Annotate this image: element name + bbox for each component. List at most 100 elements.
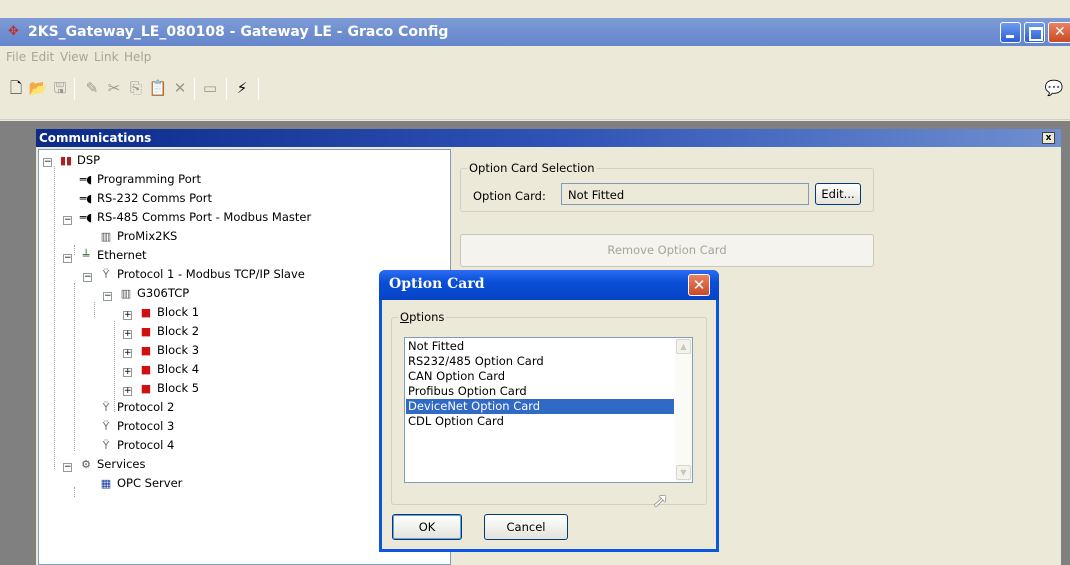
- block-icon: ■: [140, 344, 152, 357]
- list-item[interactable]: Profibus Option Card: [406, 384, 674, 399]
- tree-node-opc-server[interactable]: ▦ OPC Server: [97, 476, 183, 492]
- tree-node-services[interactable]: ⚙ Services: [77, 457, 145, 473]
- dialog-close-icon[interactable]: ✕: [688, 274, 710, 296]
- tree-node-label: ProMix2KS: [117, 229, 178, 243]
- tree-node-ethernet[interactable]: ╧ Ethernet: [77, 248, 147, 264]
- block-icon: ■: [140, 325, 152, 338]
- tree-node-dsp[interactable]: ▮▮ DSP: [57, 153, 100, 169]
- collapse-toggle[interactable]: −: [63, 216, 72, 225]
- tree-node-label: Block 5: [157, 381, 200, 395]
- list-item[interactable]: RS232/485 Option Card: [406, 354, 674, 369]
- save-icon[interactable]: 🖫: [50, 78, 70, 98]
- open-icon[interactable]: 📂: [28, 78, 48, 98]
- collapse-toggle[interactable]: −: [63, 463, 72, 472]
- expand-toggle[interactable]: +: [123, 368, 132, 377]
- lightning-icon[interactable]: ⚡: [232, 78, 252, 98]
- menu-bar: File Edit View Link Help: [0, 46, 1070, 68]
- tree-node-rs232[interactable]: ═◖ RS-232 Comms Port: [77, 191, 212, 207]
- title-bar[interactable]: ✥ 2KS_Gateway_LE_080108 - Gateway LE - G…: [0, 18, 1070, 46]
- tree-node-block[interactable]: ■ Block 3: [137, 343, 199, 359]
- tree-node-label: RS-232 Comms Port: [97, 191, 212, 205]
- menu-edit[interactable]: Edit: [31, 50, 54, 64]
- expand-toggle[interactable]: +: [123, 330, 132, 339]
- tree-node-block[interactable]: ■ Block 2: [137, 324, 199, 340]
- cancel-button[interactable]: Cancel: [484, 514, 568, 540]
- close-button[interactable]: [1048, 22, 1070, 43]
- tree-guide: [94, 302, 95, 317]
- edit-button[interactable]: Edit...: [815, 183, 861, 205]
- expand-toggle[interactable]: +: [123, 387, 132, 396]
- scroll-up-icon[interactable]: ▲: [676, 339, 691, 354]
- options-legend-text: ptions: [409, 310, 445, 324]
- close-icon[interactable]: x: [1042, 132, 1055, 144]
- toolbar-separator: [74, 78, 75, 100]
- remove-option-card-button[interactable]: Remove Option Card: [460, 234, 874, 267]
- new-icon[interactable]: 🗋: [6, 78, 26, 98]
- mouse-cursor-icon: ➚: [652, 488, 669, 512]
- list-item[interactable]: CAN Option Card: [406, 369, 674, 384]
- tree-node-protocol1[interactable]: Ÿ Protocol 1 - Modbus TCP/IP Slave: [97, 267, 305, 283]
- ok-button[interactable]: OK: [392, 514, 462, 540]
- toolbar-separator: [258, 78, 259, 100]
- window-icon[interactable]: ▭: [200, 78, 220, 98]
- tree-node-label: Ethernet: [97, 248, 147, 262]
- tree-node-programming-port[interactable]: ═◖ Programming Port: [77, 172, 201, 188]
- tree-node-label: Programming Port: [97, 172, 201, 186]
- listbox-scrollbar[interactable]: ▲ ▼: [675, 338, 692, 482]
- minimize-button[interactable]: [1000, 22, 1021, 43]
- tree-node-promix[interactable]: ▥ ProMix2KS: [97, 229, 178, 245]
- device-icon: ▥: [100, 230, 112, 243]
- list-item[interactable]: CDL Option Card: [406, 414, 674, 429]
- group-legend: Option Card Selection: [467, 161, 597, 175]
- tree-node-label: DSP: [77, 153, 101, 167]
- communications-title: Communications: [39, 131, 152, 145]
- tree-node-block[interactable]: ■ Block 5: [137, 381, 199, 397]
- options-group: Options Not Fitted RS232/485 Option Card…: [391, 310, 707, 512]
- list-item[interactable]: Not Fitted: [406, 339, 674, 354]
- services-icon: ⚙: [81, 458, 91, 471]
- scroll-down-icon[interactable]: ▼: [676, 465, 691, 480]
- port-icon: ═◖: [79, 211, 93, 224]
- tree-node-label: Protocol 3: [117, 419, 175, 433]
- tree-node-block[interactable]: ■ Block 4: [137, 362, 199, 378]
- collapse-toggle[interactable]: −: [103, 292, 112, 301]
- dialog-title-bar[interactable]: Option Card ✕: [379, 270, 719, 300]
- expand-toggle[interactable]: +: [123, 349, 132, 358]
- expand-toggle[interactable]: +: [123, 311, 132, 320]
- tree-guide: [74, 283, 75, 451]
- block-icon: ■: [140, 382, 152, 395]
- maximize-button[interactable]: [1024, 22, 1045, 43]
- tree-node-g306tcp[interactable]: ▥ G306TCP: [117, 286, 189, 302]
- comment-icon[interactable]: 💬: [1040, 78, 1068, 98]
- delete-icon[interactable]: ✕: [170, 78, 190, 98]
- communications-title-bar[interactable]: Communications x: [36, 129, 1061, 147]
- options-legend-accelerator: O: [400, 310, 410, 324]
- paste-icon[interactable]: 📋: [148, 78, 168, 98]
- collapse-toggle[interactable]: −: [63, 254, 72, 263]
- option-card-selection-group: Option Card Selection Option Card: Not F…: [460, 161, 874, 212]
- tree-node-protocol3[interactable]: Ÿ Protocol 3: [97, 419, 175, 435]
- menu-help[interactable]: Help: [124, 50, 151, 64]
- option-card-label: Option Card:: [473, 189, 546, 203]
- options-listbox[interactable]: Not Fitted RS232/485 Option Card CAN Opt…: [404, 337, 693, 483]
- cut-icon[interactable]: ✂: [104, 78, 124, 98]
- menu-view[interactable]: View: [60, 50, 88, 64]
- app-icon: ✥: [8, 24, 19, 39]
- copy-icon[interactable]: ⎘: [126, 78, 146, 98]
- toolbar-separator: [226, 78, 227, 100]
- collapse-toggle[interactable]: −: [83, 273, 92, 282]
- menu-link[interactable]: Link: [94, 50, 119, 64]
- tree-node-label: Block 2: [157, 324, 200, 338]
- tree-node-protocol4[interactable]: Ÿ Protocol 4: [97, 438, 175, 454]
- tree-node-label: Block 1: [157, 305, 200, 319]
- option-card-value: Not Fitted: [561, 183, 809, 205]
- tree-node-rs485[interactable]: ═◖ RS-485 Comms Port - Modbus Master: [77, 210, 311, 226]
- pencil-icon[interactable]: ✎: [82, 78, 102, 98]
- tree-node-block[interactable]: ■ Block 1: [137, 305, 199, 321]
- collapse-toggle[interactable]: −: [43, 158, 52, 167]
- tree-node-protocol2[interactable]: Ÿ Protocol 2: [97, 400, 175, 416]
- list-item-selected[interactable]: DeviceNet Option Card: [406, 399, 674, 414]
- options-legend: Options: [398, 310, 447, 324]
- tree-node-label: Protocol 4: [117, 438, 175, 452]
- menu-file[interactable]: File: [6, 50, 26, 64]
